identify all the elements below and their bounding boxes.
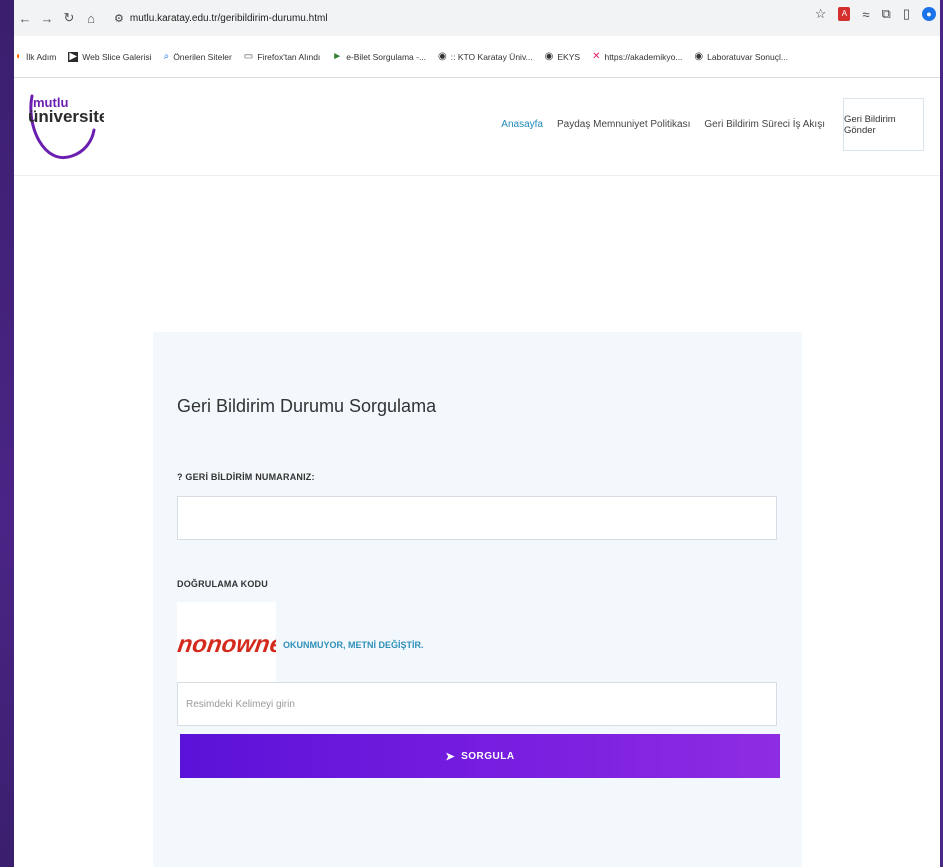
back-arrow-icon[interactable]: ← bbox=[14, 11, 36, 26]
bookmark-label: e-Bilet Sorgulama -... bbox=[346, 51, 427, 62]
globe-icon: ◉ bbox=[694, 51, 704, 62]
site-header: mutlu üniversite Anasayfa Paydaş Memnuni… bbox=[14, 78, 940, 176]
bookmark-label: Önerilen Siteler bbox=[173, 51, 232, 62]
logo-bottom-text: üniversite bbox=[28, 107, 104, 126]
bookmark-label: İlk Adım bbox=[26, 51, 57, 62]
globe-icon: ◉ bbox=[544, 51, 554, 62]
captcha-text: nonowner bbox=[177, 631, 276, 658]
folder-icon: ▭ bbox=[243, 51, 254, 62]
nav-stakeholder-policy[interactable]: Paydaş Memnuniyet Politikası bbox=[557, 119, 690, 130]
bookmark-label: Laboratuvar Sonuçl... bbox=[707, 51, 788, 62]
site-logo[interactable]: mutlu üniversite bbox=[24, 86, 108, 170]
query-form-card: Geri Bildirim Durumu Sorgulama ? GERİ Bİ… bbox=[153, 332, 802, 867]
site-settings-icon[interactable]: ⚙ bbox=[114, 12, 124, 25]
bookmark-item[interactable]: ⌕ Önerilen Siteler bbox=[164, 51, 232, 62]
submit-query-button[interactable]: ➤ SORGULA bbox=[180, 734, 780, 778]
captcha-input[interactable]: Resimdeki Kelimeyi girin bbox=[177, 682, 777, 726]
bookmarks-bar: ◐ İlk Adım ▶ Web Slice Galerisi ⌕ Öneril… bbox=[14, 36, 940, 78]
play-icon: ► bbox=[332, 51, 343, 62]
m-icon: ✕ bbox=[592, 51, 601, 62]
home-icon[interactable]: ⌂ bbox=[80, 11, 102, 26]
captcha-refresh-link[interactable]: OKUNMUYOR, METNİ DEĞİŞTİR. bbox=[283, 640, 424, 650]
verification-code-label: DOĞRULAMA KODU bbox=[177, 579, 268, 589]
bookmark-item[interactable]: ▭ Firefox'tan Alındı bbox=[244, 51, 321, 62]
url-text: mutlu.karatay.edu.tr/geribildirim-durumu… bbox=[129, 12, 328, 24]
nav-home[interactable]: Anasayfa bbox=[501, 119, 543, 130]
sidebar-panel-icon[interactable]: ▯ bbox=[903, 6, 910, 22]
feedback-number-input[interactable] bbox=[177, 496, 777, 540]
bookmark-item[interactable]: ▶ Web Slice Galerisi bbox=[68, 50, 152, 62]
web-slice-icon: ▶ bbox=[68, 50, 79, 62]
main-nav: Anasayfa Paydaş Memnuniyet Politikası Ge… bbox=[487, 98, 924, 151]
bookmark-item[interactable]: ◐ İlk Adım bbox=[16, 51, 56, 62]
bookmark-item[interactable]: ◉ Laboratuvar Sonuçl... bbox=[694, 51, 788, 62]
search-icon: ⌕ bbox=[163, 51, 170, 62]
captcha-graphic: nonowner bbox=[177, 631, 276, 658]
bookmark-label: :: KTO Karatay Üniv... bbox=[450, 51, 533, 62]
bookmark-item[interactable]: ► e-Bilet Sorgulama -... bbox=[332, 51, 426, 62]
desktop-left-edge bbox=[0, 0, 14, 867]
captcha-placeholder: Resimdeki Kelimeyi girin bbox=[186, 698, 295, 710]
pdf-extension-icon[interactable]: A bbox=[838, 7, 851, 21]
feedback-number-label: ? GERİ BİLDİRİM NUMARANIZ: bbox=[177, 472, 315, 482]
forward-arrow-icon[interactable]: → bbox=[36, 11, 58, 26]
star-bookmark-icon[interactable]: ☆ bbox=[815, 6, 827, 22]
send-feedback-button[interactable]: Geri Bildirim Gönder bbox=[843, 98, 924, 151]
extension-icon[interactable]: ≈ bbox=[862, 7, 869, 22]
logo-graphic: mutlu üniversite bbox=[28, 94, 108, 160]
puzzle-extensions-icon[interactable]: ⧉ bbox=[882, 6, 891, 22]
browser-actions: ☆ A ≈ ⧉ ▯ ● bbox=[815, 6, 936, 22]
captcha-image: nonowner bbox=[177, 602, 276, 682]
bookmark-label: EKYS bbox=[557, 51, 581, 62]
url-bar[interactable]: ⚙ mutlu.karatay.edu.tr/geribildirim-duru… bbox=[106, 6, 336, 30]
browser-toolbar: ← → ↻ ⌂ ⚙ mutlu.karatay.edu.tr/geribildi… bbox=[14, 0, 940, 36]
bookmark-label: https://akademikyo... bbox=[604, 51, 683, 62]
globe-icon: ◉ bbox=[438, 51, 447, 62]
submit-label: SORGULA bbox=[461, 750, 515, 762]
profile-avatar-icon[interactable]: ● bbox=[922, 7, 936, 21]
bookmark-item[interactable]: ✕ https://akademikyo... bbox=[592, 51, 682, 62]
bookmark-item[interactable]: ◉ :: KTO Karatay Üniv... bbox=[438, 51, 533, 62]
bookmark-label: Web Slice Galerisi bbox=[82, 51, 152, 62]
page-title: Geri Bildirim Durumu Sorgulama bbox=[177, 396, 437, 416]
reload-icon[interactable]: ↻ bbox=[58, 10, 80, 26]
nav-feedback-workflow[interactable]: Geri Bildirim Süreci İş Akışı bbox=[704, 119, 825, 130]
bookmark-item[interactable]: ◉ EKYS bbox=[545, 51, 580, 62]
send-icon: ➤ bbox=[445, 750, 456, 763]
bookmark-label: Firefox'tan Alındı bbox=[257, 51, 321, 62]
firefox-icon: ◐ bbox=[16, 51, 23, 62]
